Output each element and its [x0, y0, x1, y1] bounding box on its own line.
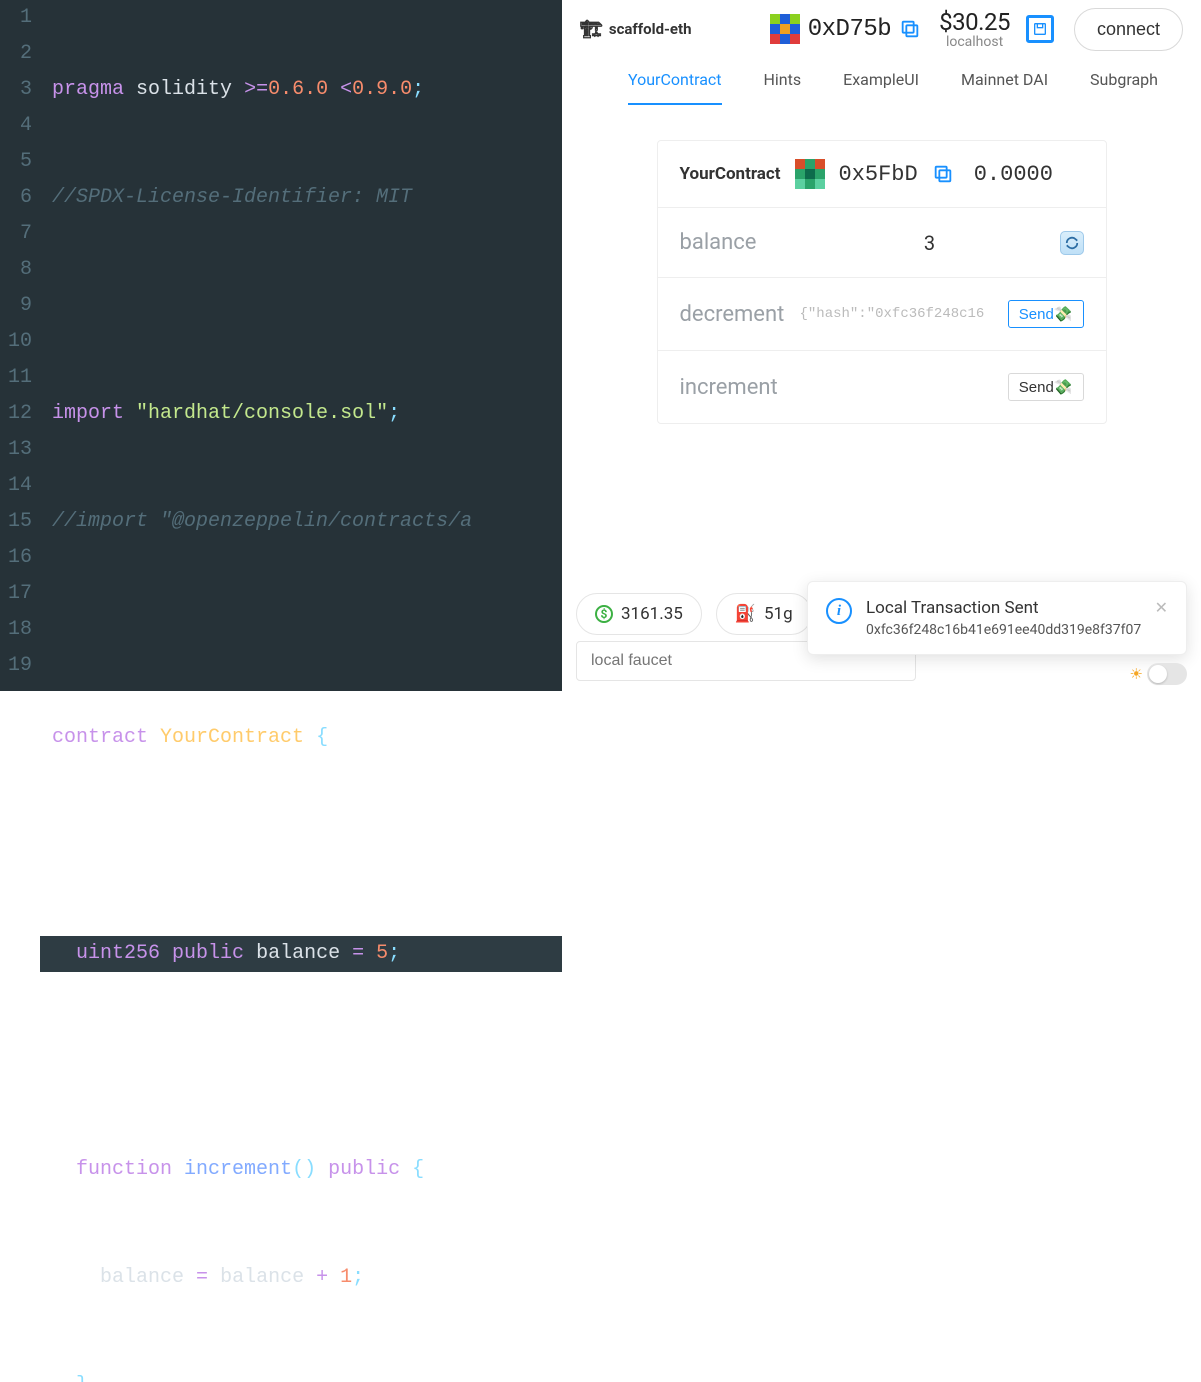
- eth-price: 3161.35: [621, 604, 683, 624]
- code-line: contract YourContract {: [40, 720, 562, 756]
- theme-toggle[interactable]: ☀: [1130, 663, 1187, 685]
- row-balance: balance 3: [658, 208, 1106, 278]
- bottom-pills: $ 3161.35 ⛽ 51g: [576, 593, 812, 635]
- wallet-balance: $30.25: [939, 8, 1010, 36]
- switch[interactable]: [1147, 663, 1187, 685]
- code-line: //import "@openzeppelin/contracts/a: [40, 504, 562, 540]
- network-label: localhost: [946, 34, 1003, 50]
- gas-pump-icon: ⛽: [735, 604, 756, 624]
- contract-card: YourContract 0x5FbD 0.0000 balance 3 dec…: [657, 140, 1107, 424]
- tabs: YourContract Hints ExampleUI Mainnet DAI…: [562, 58, 1201, 106]
- crane-icon: 🏗: [580, 19, 603, 40]
- card-header: YourContract 0x5FbD 0.0000: [658, 141, 1106, 208]
- sun-icon: ☀: [1130, 665, 1143, 683]
- row-label: increment: [680, 375, 800, 400]
- code-line-highlighted: uint256 public balance = 5;: [40, 936, 562, 972]
- card-title: YourContract: [680, 164, 781, 184]
- scaffold-ui: 🏗 scaffold-eth 0xD75b $30.25 localhost: [562, 0, 1201, 691]
- copy-icon[interactable]: [899, 18, 921, 40]
- code-line: pragma solidity >=0.6.0 <0.9.0;: [40, 72, 562, 108]
- tab-subgraph[interactable]: Subgraph: [1090, 70, 1158, 105]
- gas-amount: 51g: [764, 604, 793, 624]
- row-decrement: decrement {"hash":"0xfc36f248c16 Send💸: [658, 278, 1106, 351]
- code-line: //SPDX-License-Identifier: MIT: [40, 180, 562, 216]
- send-decrement-button[interactable]: Send💸: [1008, 300, 1084, 328]
- info-icon: i: [826, 598, 852, 624]
- row-label: decrement: [680, 302, 800, 327]
- toast-title: Local Transaction Sent: [866, 598, 1141, 618]
- row-label: balance: [680, 230, 800, 255]
- toast-notification: i Local Transaction Sent 0xfc36f248c16b4…: [807, 581, 1187, 655]
- price-column: $30.25 localhost: [939, 8, 1010, 50]
- code-line: balance = balance + 1;: [40, 1260, 562, 1296]
- tx-hash-preview: {"hash":"0xfc36f248c16: [800, 306, 1008, 322]
- refresh-icon[interactable]: [1060, 231, 1084, 255]
- brand-label: scaffold-eth: [609, 20, 692, 38]
- card-address: 0x5FbD: [839, 162, 918, 187]
- gas-pill[interactable]: ⛽ 51g: [716, 593, 812, 635]
- code-line: }: [40, 1368, 562, 1382]
- tab-exampleui[interactable]: ExampleUI: [843, 70, 919, 105]
- code-line: function increment() public {: [40, 1152, 562, 1188]
- line-gutter: 12345678910111213141516171819: [0, 0, 40, 1382]
- code-editor[interactable]: 12345678910111213141516171819 pragma sol…: [0, 0, 562, 691]
- tab-yourcontract[interactable]: YourContract: [628, 70, 722, 105]
- blockie-icon: [770, 14, 800, 44]
- card-balance: 0.0000: [974, 162, 1053, 187]
- topbar: 🏗 scaffold-eth 0xD75b $30.25 localhost: [562, 0, 1201, 58]
- toast-hash: 0xfc36f248c16b41e691ee40dd319e8f37f07a: [866, 622, 1141, 638]
- code-line: import "hardhat/console.sol";: [40, 396, 562, 432]
- wallet-address: 0xD75b: [808, 16, 891, 43]
- balance-value: 3: [800, 231, 1060, 255]
- close-icon[interactable]: ✕: [1155, 598, 1168, 617]
- price-pill[interactable]: $ 3161.35: [576, 593, 702, 635]
- dollar-icon: $: [595, 605, 613, 623]
- brand: 🏗 scaffold-eth: [580, 19, 692, 40]
- tab-hints[interactable]: Hints: [764, 70, 802, 105]
- tab-mainnetdai[interactable]: Mainnet DAI: [961, 70, 1048, 105]
- blockie-icon: [795, 159, 825, 189]
- code-content[interactable]: pragma solidity >=0.6.0 <0.9.0; //SPDX-L…: [40, 0, 562, 1382]
- copy-icon[interactable]: [932, 163, 954, 185]
- send-increment-button[interactable]: Send💸: [1008, 373, 1084, 401]
- connect-button[interactable]: connect: [1074, 8, 1183, 51]
- wallet-save-icon[interactable]: [1026, 15, 1054, 43]
- wallet-display[interactable]: 0xD75b: [770, 14, 921, 44]
- row-increment: increment Send💸: [658, 351, 1106, 423]
